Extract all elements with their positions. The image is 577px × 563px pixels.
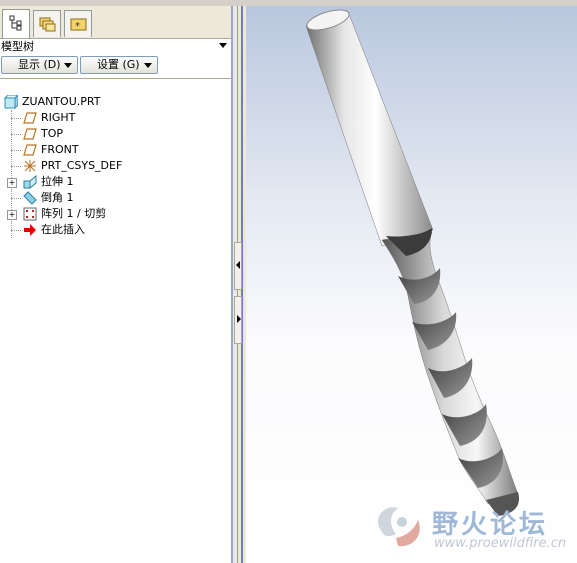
chevron-right-icon [237,315,241,323]
tree-item-label: 阵列 1 / 切剪 [41,207,107,220]
tab-model-tree[interactable] [2,9,30,38]
chevron-down-icon [64,63,72,68]
tab-favorites[interactable]: * [64,10,92,37]
tree-item-label: FRONT [41,143,79,156]
folder-browser-icon [39,17,56,32]
datum-plane-icon [23,128,37,140]
datum-plane-icon [23,144,37,156]
drill-shank [305,13,434,247]
extrude-icon [23,175,37,189]
navigator-panel: * 模型树 显示 (D) 设置 (G) ZUANTOU.PRT RIGHT TO… [0,6,231,563]
show-button-label: 显示 (D) [18,58,61,71]
tree-item-label: 拉伸 1 [41,175,74,188]
forum-watermark: 野火论坛 www.proewildfire.cn [366,496,572,556]
navigator-tabs: * [0,6,231,39]
graphics-window[interactable]: 野火论坛 www.proewildfire.cn [246,6,577,563]
tree-item-label: 在此插入 [41,223,85,236]
model-tree-icon [9,15,22,31]
settings-button-label: 设置 (G) [97,58,140,71]
watermark-url: www.proewildfire.cn [434,536,567,551]
tree-item-label: RIGHT [41,111,76,124]
tree-item-label: PRT_CSYS_DEF [41,159,123,172]
tree-connector [11,230,21,231]
expand-toggle[interactable]: + [7,178,17,188]
drill-bit-model[interactable] [246,6,577,563]
coordinate-system-icon [24,160,36,172]
chevron-down-icon [144,63,152,68]
tree-item-label: 倒角 1 [41,191,74,204]
panel-menu-arrow-icon[interactable] [219,43,227,48]
pattern-icon [23,207,37,221]
panel-splitter[interactable] [231,6,246,563]
tree-item-label: TOP [41,127,64,140]
tree-connector [11,134,21,135]
tree-connector [11,166,21,167]
part-icon [4,95,18,109]
splitter-border [231,6,233,563]
tree-connector [11,198,21,199]
collapse-panel-handle[interactable] [234,242,242,290]
expand-panel-handle[interactable] [234,296,242,344]
chamfer-icon [23,191,37,205]
svg-text:*: * [75,21,80,32]
tab-folder-browser[interactable] [33,10,61,37]
settings-dropdown-button[interactable]: 设置 (G) [80,56,158,74]
chevron-left-icon [236,261,240,269]
divider [0,78,231,79]
forum-logo-icon [377,507,420,547]
favorites-folder-icon: * [70,18,87,32]
expand-toggle[interactable]: + [7,210,17,220]
tree-root-label: ZUANTOU.PRT [22,95,101,108]
panel-title: 模型树 [1,40,34,53]
tree-connector [11,118,21,119]
datum-plane-icon [23,112,37,124]
tree-connector [11,150,21,151]
insert-here-arrow-icon [24,224,36,236]
show-dropdown-button[interactable]: 显示 (D) [1,56,78,74]
